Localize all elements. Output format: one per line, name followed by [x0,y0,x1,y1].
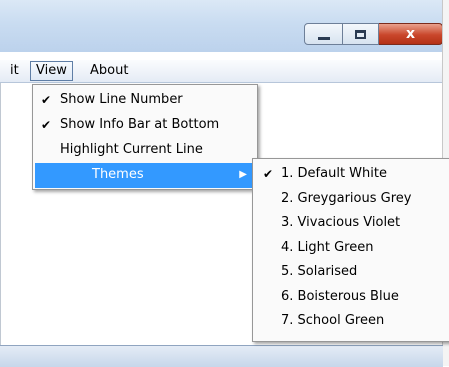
menu-item-label: 3. Vivacious Violet [281,215,401,230]
minimize-icon [317,36,330,40]
menu-item-label: 4. Light Green [281,239,374,255]
window-bottom-edge [0,345,443,367]
maximize-icon [355,29,366,39]
theme-item-boisterous-blue[interactable]: 6. Boisterous Blue [253,285,449,310]
menu-item-label: Highlight Current Line [60,142,203,157]
menu-item-label: 6. Boisterous Blue [281,288,399,304]
menu-edit[interactable]: it [10,63,19,78]
check-icon: ✔ [41,118,52,132]
check-icon: ✔ [263,167,274,181]
theme-item-solarised[interactable]: 5. Solarised [253,260,449,285]
close-button[interactable]: x [379,23,443,45]
menu-about[interactable]: About [90,63,128,78]
themes-submenu: ✔ 1. Default White 2. Greygarious Grey 3… [252,158,449,342]
menu-item-label: 5. Solarised [281,264,358,279]
theme-item-vivacious-violet[interactable]: 3. Vivacious Violet [253,211,449,236]
view-menu: ✔ Show Line Number ✔ Show Info Bar at Bo… [32,84,258,190]
menu-item-label: 1. Default White [281,166,387,181]
theme-item-light-green[interactable]: 4. Light Green [253,236,449,261]
submenu-arrow-icon: ▶ [239,169,247,180]
window-controls: x [304,23,443,45]
menu-bar: it View About [0,60,443,83]
check-icon: ✔ [41,93,52,107]
maximize-button[interactable] [343,23,379,45]
theme-item-school-green[interactable]: 7. School Green [253,309,449,334]
theme-item-greygarious-grey[interactable]: 2. Greygarious Grey [253,187,449,212]
content-border [0,83,1,345]
title-bar: x [0,0,449,52]
menu-item-label: 7. School Green [281,313,385,328]
close-icon: x [405,26,416,42]
menu-item-show-info-bar[interactable]: ✔ Show Info Bar at Bottom [33,113,257,138]
menu-item-show-line-number[interactable]: ✔ Show Line Number [33,88,257,113]
theme-item-default-white[interactable]: ✔ 1. Default White [253,162,449,187]
menu-item-label: 2. Greygarious Grey [281,190,412,206]
menu-item-label: Show Line Number [60,92,183,107]
menu-item-themes[interactable]: Themes ▶ [35,163,255,188]
minimize-button[interactable] [304,23,343,45]
menu-view[interactable]: View [30,61,73,81]
menu-item-label: Themes [92,167,144,182]
menu-item-label: Show Info Bar at Bottom [60,117,220,132]
menu-item-highlight-current-line[interactable]: Highlight Current Line [33,138,257,163]
